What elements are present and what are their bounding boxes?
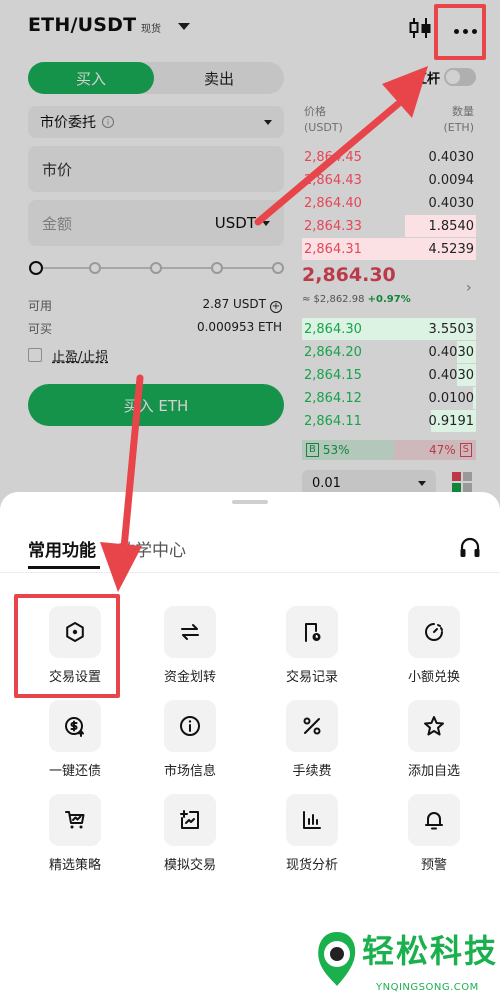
order-price: 2,864.30 (304, 321, 362, 337)
tab-tutorial-center[interactable]: 教学中心 (118, 536, 186, 561)
percent-icon (286, 700, 338, 752)
order-qty: 4.5239 (428, 241, 475, 257)
order-price: 2,864.15 (304, 367, 362, 383)
customer-service-headset-icon[interactable] (458, 536, 482, 560)
demo-trade-icon (164, 794, 216, 846)
function-repay-coin[interactable]: 一键还债 (25, 700, 125, 790)
function-info[interactable]: 市场信息 (140, 700, 240, 790)
function-demo-trade[interactable]: 模拟交易 (140, 794, 240, 884)
watermark-text: 轻松科技 (362, 932, 499, 970)
order-qty: 0.0100 (428, 390, 475, 406)
function-label: 小额兑换 (407, 670, 460, 685)
function-label: 添加自选 (407, 764, 460, 779)
active-tab-indicator (28, 566, 100, 569)
order-qty: 0.4030 (428, 195, 475, 211)
order-qty: 3.5503 (428, 321, 475, 337)
order-price: 2,864.31 (304, 241, 362, 257)
info-icon (164, 700, 216, 752)
function-label: 模拟交易 (163, 858, 216, 873)
star-icon (408, 700, 460, 752)
function-label: 市场信息 (163, 764, 216, 779)
bar-analysis-icon (286, 794, 338, 846)
order-price: 2,864.33 (304, 218, 362, 234)
order-qty: 0.4030 (428, 344, 475, 360)
order-price: 2,864.40 (304, 195, 362, 211)
order-price: 2,864.12 (304, 390, 362, 406)
repay-coin-icon (49, 700, 101, 752)
bid-row[interactable]: 2,864.30 3.5503 (302, 318, 476, 340)
order-price: 2,864.45 (304, 149, 362, 165)
function-label: 交易记录 (285, 670, 338, 685)
order-qty: 1.8540 (428, 218, 475, 234)
sheet-divider (0, 572, 500, 573)
order-qty: 0.4030 (428, 367, 475, 383)
function-label: 一键还债 (48, 764, 101, 779)
record-clock-icon (286, 606, 338, 658)
function-label: 现货分析 (285, 858, 338, 873)
ask-row[interactable]: 2,864.31 4.5239 (302, 238, 476, 260)
function-star[interactable]: 添加自选 (384, 700, 484, 790)
function-transfer-arrows[interactable]: 资金划转 (140, 606, 240, 696)
function-strategy-cart[interactable]: 精选策略 (25, 794, 125, 884)
function-record-clock[interactable]: 交易记录 (262, 606, 362, 696)
highlight-box-more (434, 4, 486, 60)
order-price: 2,864.43 (304, 172, 362, 188)
function-label: 预警 (420, 858, 447, 873)
order-qty: 0.9191 (428, 413, 475, 429)
function-bell[interactable]: 预警 (384, 794, 484, 884)
function-small-exchange[interactable]: 小额兑换 (384, 606, 484, 696)
function-label: 资金划转 (163, 670, 216, 685)
function-bar-analysis[interactable]: 现货分析 (262, 794, 362, 884)
order-qty: 0.0094 (428, 172, 475, 188)
sheet-drag-handle[interactable] (232, 500, 268, 504)
strategy-cart-icon (49, 794, 101, 846)
highlight-box-trade-settings (14, 594, 120, 698)
watermark-url: YNQINGSONG.COM (376, 982, 479, 993)
watermark-logo (318, 932, 356, 986)
bell-icon (408, 794, 460, 846)
function-label: 手续费 (292, 764, 332, 779)
order-price: 2,864.11 (304, 413, 362, 429)
order-price: 2,864.20 (304, 344, 362, 360)
order-qty: 0.4030 (428, 149, 475, 165)
function-label: 精选策略 (48, 858, 101, 873)
small-exchange-icon (408, 606, 460, 658)
tab-common-functions[interactable]: 常用功能 (28, 536, 96, 561)
transfer-arrows-icon (164, 606, 216, 658)
function-percent[interactable]: 手续费 (262, 700, 362, 790)
